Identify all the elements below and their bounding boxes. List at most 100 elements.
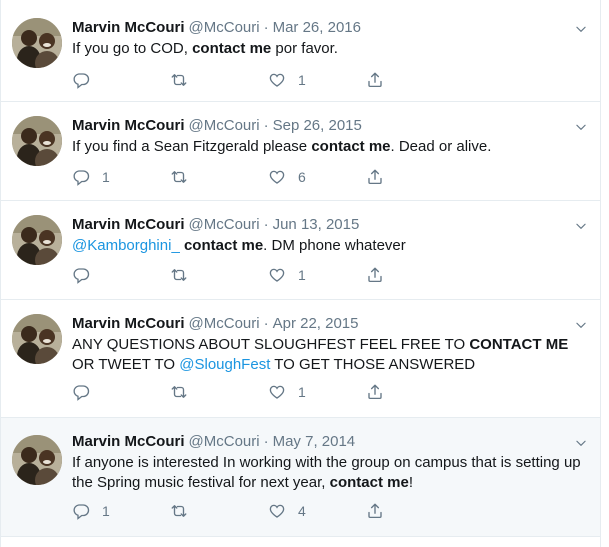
chevron-down-icon[interactable] — [574, 120, 588, 134]
reply-count: 1 — [102, 503, 110, 519]
like-icon[interactable] — [268, 266, 286, 284]
like-count: 4 — [298, 503, 306, 519]
share-button[interactable] — [366, 266, 464, 284]
chevron-down-icon[interactable] — [574, 318, 588, 332]
display-name[interactable]: Marvin McCouri — [72, 19, 185, 36]
tweet-text: If anyone is interested In working with … — [72, 453, 586, 493]
chevron-down-icon[interactable] — [574, 219, 588, 233]
tweet-header: Marvin McCouri @McCouri · Sep 26, 2015 — [72, 116, 362, 136]
tweet-date[interactable]: May 7, 2014 — [273, 433, 356, 450]
reply-button[interactable]: 1 — [72, 502, 170, 520]
reply-button[interactable] — [72, 266, 170, 284]
highlighted-text: contact me — [329, 474, 409, 491]
tweet-text: If you find a Sean Fitzgerald please con… — [72, 137, 586, 157]
reply-icon[interactable] — [72, 502, 90, 520]
display-name[interactable]: Marvin McCouri — [72, 433, 185, 450]
tweet-text: @Kamborghini_ contact me. DM phone whate… — [72, 236, 586, 256]
share-button[interactable] — [366, 71, 464, 89]
like-button[interactable]: 6 — [268, 168, 366, 186]
retweet-button[interactable] — [170, 71, 268, 89]
avatar[interactable] — [12, 215, 62, 265]
chevron-down-icon[interactable] — [574, 22, 588, 36]
display-name[interactable]: Marvin McCouri — [72, 216, 185, 233]
like-button[interactable]: 1 — [268, 266, 366, 284]
reply-count: 1 — [102, 169, 110, 185]
tweet-actions: 1 — [72, 69, 464, 91]
share-icon[interactable] — [366, 502, 384, 520]
tweet-feed: Marvin McCouri @McCouri · Mar 26, 2016 If yo… — [0, 0, 601, 547]
reply-icon[interactable] — [72, 266, 90, 284]
tweet[interactable]: Marvin McCouri @McCouri · Sep 26, 2015 If yo… — [1, 102, 600, 201]
like-button[interactable]: 1 — [268, 383, 366, 401]
retweet-button[interactable] — [170, 266, 268, 284]
retweet-button[interactable] — [170, 383, 268, 401]
retweet-icon[interactable] — [170, 71, 188, 89]
like-icon[interactable] — [268, 168, 286, 186]
tweet-date[interactable]: Apr 22, 2015 — [273, 315, 359, 332]
like-icon[interactable] — [268, 383, 286, 401]
tweet[interactable]: Marvin McCouri @McCouri · Jun 13, 2015 @Kamb… — [1, 201, 600, 300]
like-button[interactable]: 1 — [268, 71, 366, 89]
mention-link[interactable]: @SloughFest — [179, 356, 270, 373]
tweet-text-segment: ! — [408, 474, 413, 491]
tweet-date[interactable]: Mar 26, 2016 — [273, 19, 361, 36]
highlighted-text: contact me — [192, 40, 272, 57]
tweet-text-segment: ANY QUESTIONS ABOUT SLOUGHFEST FEEL FREE… — [72, 336, 470, 353]
highlighted-text: contact me — [183, 237, 264, 254]
share-icon[interactable] — [366, 383, 384, 401]
tweet-date[interactable]: Sep 26, 2015 — [273, 117, 362, 134]
reply-button[interactable] — [72, 383, 170, 401]
separator-dot: · — [263, 216, 269, 233]
tweet-header: Marvin McCouri @McCouri · Mar 26, 2016 — [72, 18, 361, 38]
like-icon[interactable] — [268, 71, 286, 89]
reply-icon[interactable] — [72, 168, 90, 186]
reply-button[interactable] — [72, 71, 170, 89]
tweet-text-segment: If anyone is interested In working with … — [72, 454, 581, 491]
tweet-actions: 1 — [72, 264, 464, 286]
user-handle[interactable]: @McCouri — [189, 433, 260, 450]
mention-link[interactable]: @Kamborghini_ — [72, 237, 180, 254]
like-count: 1 — [298, 267, 306, 283]
retweet-button[interactable] — [170, 502, 268, 520]
share-button[interactable] — [366, 168, 464, 186]
retweet-button[interactable] — [170, 168, 268, 186]
avatar[interactable] — [12, 314, 62, 364]
user-handle[interactable]: @McCouri — [189, 117, 260, 134]
chevron-down-icon[interactable] — [574, 436, 588, 450]
display-name[interactable]: Marvin McCouri — [72, 315, 185, 332]
like-icon[interactable] — [268, 502, 286, 520]
user-handle[interactable]: @McCouri — [189, 19, 260, 36]
tweet-text-segment: por favor. — [271, 40, 338, 57]
user-handle[interactable]: @McCouri — [189, 216, 260, 233]
tweet[interactable]: Marvin McCouri @McCouri · May 7, 2014 If any… — [1, 418, 600, 537]
like-count: 1 — [298, 72, 306, 88]
share-button[interactable] — [366, 383, 464, 401]
tweet[interactable]: Marvin McCouri @McCouri · Mar 26, 2016 If yo… — [1, 4, 600, 102]
share-icon[interactable] — [366, 266, 384, 284]
like-count: 1 — [298, 384, 306, 400]
separator-dot: · — [263, 19, 269, 36]
tweet-date[interactable]: Jun 13, 2015 — [273, 216, 360, 233]
share-icon[interactable] — [366, 168, 384, 186]
avatar[interactable] — [12, 116, 62, 166]
retweet-icon[interactable] — [170, 168, 188, 186]
avatar[interactable] — [12, 435, 62, 485]
tweet[interactable]: Marvin McCouri @McCouri · Apr 22, 2015 ANY Q… — [1, 300, 600, 418]
user-handle[interactable]: @McCouri — [189, 315, 260, 332]
like-button[interactable]: 4 — [268, 502, 366, 520]
retweet-icon[interactable] — [170, 266, 188, 284]
reply-button[interactable]: 1 — [72, 168, 170, 186]
reply-icon[interactable] — [72, 71, 90, 89]
display-name[interactable]: Marvin McCouri — [72, 117, 185, 134]
tweet-text-segment: . Dead or alive. — [390, 138, 492, 155]
tweet-header: Marvin McCouri @McCouri · Jun 13, 2015 — [72, 215, 359, 235]
share-button[interactable] — [366, 502, 464, 520]
retweet-icon[interactable] — [170, 502, 188, 520]
tweet-text: ANY QUESTIONS ABOUT SLOUGHFEST FEEL FREE… — [72, 335, 586, 375]
retweet-icon[interactable] — [170, 383, 188, 401]
tweet-header: Marvin McCouri @McCouri · May 7, 2014 — [72, 432, 355, 452]
reply-icon[interactable] — [72, 383, 90, 401]
tweet-actions: 16 — [72, 166, 464, 188]
avatar[interactable] — [12, 18, 62, 68]
share-icon[interactable] — [366, 71, 384, 89]
